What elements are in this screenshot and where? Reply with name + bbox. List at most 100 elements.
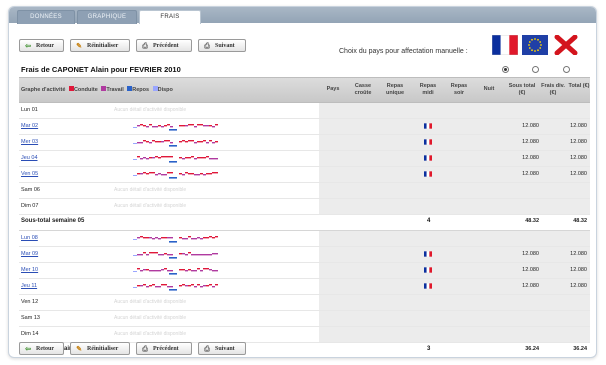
total-cell: 12.080 (570, 267, 587, 273)
sous-total-cell: 12.080 (522, 267, 539, 273)
tab-graphique[interactable]: GRAPHIQUE (77, 10, 137, 24)
reset-button[interactable]: ✎ Réinitialiser (70, 39, 130, 52)
flag-france-icon (424, 123, 432, 129)
total-cell: 12.080 (570, 123, 587, 129)
app-window: DONNÉES GRAPHIQUE FRAIS ⇦ Retour ✎ Réiniti… (8, 6, 597, 358)
flag-france-icon (424, 139, 432, 145)
flag-france-icon[interactable] (492, 35, 518, 55)
flag-france-icon (424, 283, 432, 289)
table-row: Mer 10 12.080 12.080 (19, 263, 590, 279)
day-label[interactable]: Mer 03 (21, 139, 38, 145)
tab-donnees[interactable]: DONNÉES (17, 10, 75, 24)
day-label: Lun 01 (21, 107, 38, 113)
no-activity-text: Aucun détail d'activité disponible (114, 299, 187, 305)
activity-graph (133, 236, 218, 243)
next-button-bottom[interactable]: ⎙ Suivant (198, 342, 246, 355)
subtotal-total: 48.32 (573, 218, 587, 224)
flag-france-icon (424, 251, 432, 257)
col-repas-midi: Repas midi (419, 83, 437, 96)
country-radio-france[interactable] (502, 66, 509, 73)
wand-icon: ✎ (76, 42, 82, 50)
table-row: Lun 01 Aucun détail d'activité disponible (19, 103, 590, 119)
previous-label: Précédent (153, 346, 179, 352)
back-button-bottom[interactable]: ⇦ Retour (19, 342, 64, 355)
table-row: Mer 03 12.080 12.080 (19, 135, 590, 151)
back-button[interactable]: ⇦ Retour (19, 39, 64, 52)
legend-title: Graphe d'activité (21, 87, 66, 93)
flag-france-icon (424, 171, 432, 177)
previous-button-bottom[interactable]: ⎙ Précédent (136, 342, 192, 355)
printer-icon: ⎙ (204, 42, 210, 50)
reset-label: Réinitialiser (87, 43, 119, 49)
no-activity-text: Aucun détail d'activité disponible (114, 203, 187, 209)
legend-dispo: Dispo (157, 87, 173, 93)
country-radio-europe[interactable] (532, 66, 539, 73)
total-cell: 12.080 (570, 139, 587, 145)
col-sous-total: Sous total (€) (508, 83, 536, 96)
subtotal-label: Sous-total semaine 05 (21, 218, 85, 224)
day-label: Sam 13 (21, 315, 40, 321)
table-row: Lun 08 (19, 231, 590, 247)
table-header: Graphe d'activité Conduite Travail Repos… (19, 77, 590, 103)
subtotal-repas-midi: 4 (427, 218, 431, 224)
day-label[interactable]: Jeu 04 (21, 155, 38, 161)
row-shade (319, 311, 590, 326)
tab-frais[interactable]: FRAIS (139, 10, 201, 24)
back-label: Retour (36, 346, 54, 352)
flag-europe-icon[interactable] (522, 35, 548, 55)
subtotal-row: Sous-total semaine 05 4 48.32 48.32 (19, 215, 590, 231)
row-shade (319, 103, 590, 118)
table-row: Jeu 11 12.080 12.080 (19, 279, 590, 295)
total-cell: 12.080 (570, 251, 587, 257)
table-row: Sam 06 Aucun détail d'activité disponible (19, 183, 590, 199)
total-cell: 12.080 (570, 171, 587, 177)
printer-icon: ⎙ (142, 42, 148, 50)
back-label: Retour (36, 43, 54, 49)
sous-total-cell: 12.080 (522, 155, 539, 161)
flag-none-icon[interactable] (553, 35, 579, 55)
printer-icon: ⎙ (204, 345, 210, 353)
flag-france-icon (424, 267, 432, 273)
day-label[interactable]: Mar 09 (21, 251, 38, 257)
subtotal-sous-total: 36.24 (525, 346, 539, 352)
previous-button[interactable]: ⎙ Précédent (136, 39, 192, 52)
country-radio-none[interactable] (563, 66, 570, 73)
row-shade (319, 327, 590, 342)
activity-graph (133, 172, 218, 179)
total-cell: 12.080 (570, 155, 587, 161)
sous-total-cell: 12.080 (522, 251, 539, 257)
subtotal-repas-midi: 3 (427, 346, 431, 352)
col-repas-soir: Repas soir (450, 83, 468, 96)
expense-table: Graphe d'activité Conduite Travail Repos… (19, 77, 590, 357)
activity-graph (133, 140, 218, 147)
table-row: Ven 05 12.080 12.080 (19, 167, 590, 183)
row-shade (319, 231, 590, 246)
table-row: Dim 14 Aucun détail d'activité disponible (19, 327, 590, 343)
reset-label: Réinitialiser (87, 346, 119, 352)
row-shade (319, 295, 590, 310)
page-title: Frais de CAPONET Alain pour FEVRIER 2010 (21, 65, 181, 74)
total-cell: 12.080 (570, 283, 587, 289)
sous-total-cell: 12.080 (522, 283, 539, 289)
day-label[interactable]: Lun 08 (21, 235, 38, 241)
day-label[interactable]: Mer 10 (21, 267, 38, 273)
previous-label: Précédent (153, 43, 179, 49)
sous-total-cell: 12.080 (522, 139, 539, 145)
next-button[interactable]: ⎙ Suivant (198, 39, 246, 52)
no-activity-text: Aucun détail d'activité disponible (114, 107, 187, 113)
col-total: Total (€) (568, 83, 590, 89)
col-casse-croute: Casse croûte (354, 83, 372, 96)
day-label[interactable]: Ven 05 (21, 171, 38, 177)
table-row: Mar 02 12.080 12.080 (19, 119, 590, 135)
subtotal-sous-total: 48.32 (525, 218, 539, 224)
tab-bar: DONNÉES GRAPHIQUE FRAIS (9, 7, 596, 24)
reset-button-bottom[interactable]: ✎ Réinitialiser (70, 342, 130, 355)
col-repas-unique: Repas unique (385, 83, 405, 96)
flag-france-icon (424, 155, 432, 161)
day-label: Ven 12 (21, 299, 39, 305)
subtotal-total: 36.24 (573, 346, 587, 352)
day-label: Sam 06 (21, 187, 40, 193)
day-label[interactable]: Mar 02 (21, 123, 38, 129)
no-activity-text: Aucun détail d'activité disponible (114, 315, 187, 321)
day-label[interactable]: Jeu 11 (21, 283, 37, 289)
